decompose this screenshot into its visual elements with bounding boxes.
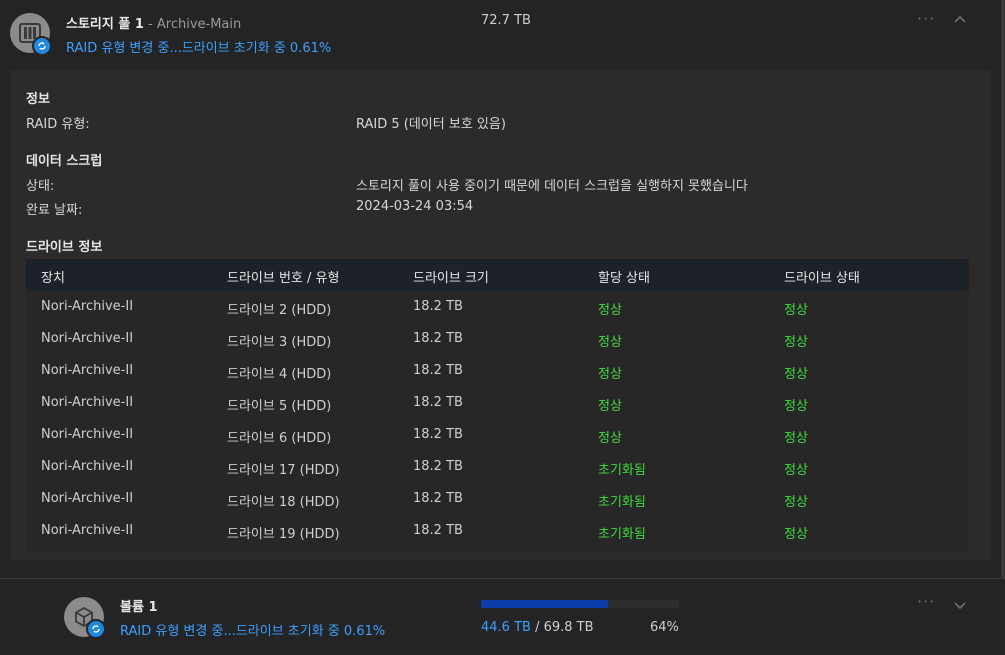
drive-number-cell: 드라이브 19 (HDD): [227, 527, 340, 542]
device-cell: Nori-Archive-II: [41, 395, 134, 410]
drive-number-cell: 드라이브 5 (HDD): [227, 399, 332, 414]
scrub-section-title: 데이터 스크럽: [26, 154, 103, 169]
allocation-status-cell: 정상: [598, 335, 622, 350]
drive-status-cell: 정상: [784, 335, 808, 350]
pool-title: 스토리지 풀 1: [66, 17, 144, 32]
drive-size-cell: 18.2 TB: [413, 299, 463, 314]
drive-size-cell: 18.2 TB: [413, 459, 463, 474]
drive-size-cell: 18.2 TB: [413, 491, 463, 506]
chevron-up-icon[interactable]: [954, 12, 966, 27]
allocation-status-cell: 초기화됨: [598, 495, 646, 510]
drive-number-cell: 드라이브 6 (HDD): [227, 431, 332, 446]
volume-row[interactable]: [0, 579, 1005, 655]
pool-name: Archive-Main: [156, 17, 242, 32]
device-cell: Nori-Archive-II: [41, 299, 134, 314]
scrub-status-value: 스토리지 풀이 사용 중이기 때문에 데이터 스크럽을 실행하지 못했습니다: [356, 179, 748, 194]
pool-title-line: 스토리지 풀 1 - Archive-Main: [66, 13, 241, 32]
device-cell: Nori-Archive-II: [41, 459, 134, 474]
drive-size-cell: 18.2 TB: [413, 363, 463, 378]
drive-number-cell: 드라이브 17 (HDD): [227, 463, 340, 478]
drive-number-cell: 드라이브 18 (HDD): [227, 495, 340, 510]
volume-title: 볼륨 1: [120, 600, 158, 615]
drive-number-cell: 드라이브 3 (HDD): [227, 335, 332, 350]
drives-section-title: 드라이브 정보: [26, 240, 103, 255]
raid-type-value: RAID 5 (데이터 보호 있음): [356, 117, 506, 132]
drive-size-cell: 18.2 TB: [413, 331, 463, 346]
drive-status-cell: 정상: [784, 367, 808, 382]
table-row[interactable]: Nori-Archive-II 드라이브 5 (HDD) 18.2 TB 정상 …: [26, 387, 969, 419]
volume-usage-fill: [481, 600, 608, 608]
scrub-status-label: 상태:: [26, 179, 55, 194]
sync-icon: [86, 619, 106, 639]
chevron-down-icon[interactable]: [954, 599, 966, 614]
table-row[interactable]: Nori-Archive-II 드라이브 2 (HDD) 18.2 TB 정상 …: [26, 291, 969, 323]
column-header-drive-status[interactable]: 드라이브 상태: [784, 267, 860, 286]
table-row[interactable]: Nori-Archive-II 드라이브 4 (HDD) 18.2 TB 정상 …: [26, 355, 969, 387]
scrub-date-value: 2024-03-24 03:54: [356, 199, 474, 214]
scrollbar[interactable]: [1001, 0, 1005, 580]
drive-size-cell: 18.2 TB: [413, 395, 463, 410]
device-cell: Nori-Archive-II: [41, 363, 134, 378]
table-row[interactable]: Nori-Archive-II 드라이브 18 (HDD) 18.2 TB 초기…: [26, 483, 969, 515]
device-cell: Nori-Archive-II: [41, 331, 134, 346]
allocation-status-cell: 초기화됨: [598, 463, 646, 478]
volume-total: 69.8 TB: [543, 620, 594, 635]
table-row[interactable]: Nori-Archive-II 드라이브 17 (HDD) 18.2 TB 초기…: [26, 451, 969, 483]
volume-capacity: 44.6 TB / 69.8 TB: [481, 620, 594, 635]
allocation-status-cell: 정상: [598, 303, 622, 318]
pool-status: RAID 유형 변경 중...드라이브 초기화 중 0.61%: [66, 41, 332, 56]
allocation-status-cell: 정상: [598, 431, 622, 446]
pool-detail-panel: 정보 RAID 유형: RAID 5 (데이터 보호 있음) 데이터 스크럽 상…: [10, 70, 991, 560]
drive-status-cell: 정상: [784, 431, 808, 446]
pool-size: 72.7 TB: [481, 13, 531, 28]
drive-table-header: 장치 드라이브 번호 / 유형 드라이브 크기 할당 상태 드라이브 상태: [26, 259, 969, 291]
device-cell: Nori-Archive-II: [41, 491, 134, 506]
info-section-title: 정보: [26, 92, 50, 107]
storage-pool-header[interactable]: [0, 0, 1005, 70]
column-header-drive-size[interactable]: 드라이브 크기: [413, 267, 489, 286]
drive-status-cell: 정상: [784, 463, 808, 478]
table-row[interactable]: Nori-Archive-II 드라이브 3 (HDD) 18.2 TB 정상 …: [26, 323, 969, 355]
drive-status-cell: 정상: [784, 495, 808, 510]
column-header-allocation-status[interactable]: 할당 상태: [598, 267, 650, 286]
drive-number-cell: 드라이브 2 (HDD): [227, 303, 332, 318]
more-horizontal-icon[interactable]: ···: [917, 9, 935, 28]
volume-usage-percent: 64%: [650, 620, 679, 635]
volume-used: 44.6 TB: [481, 620, 531, 635]
raid-type-label: RAID 유형:: [26, 117, 90, 132]
table-row[interactable]: Nori-Archive-II 드라이브 6 (HDD) 18.2 TB 정상 …: [26, 419, 969, 451]
allocation-status-cell: 초기화됨: [598, 527, 646, 542]
volume-status: RAID 유형 변경 중...드라이브 초기화 중 0.61%: [120, 624, 386, 639]
drive-number-cell: 드라이브 4 (HDD): [227, 367, 332, 382]
allocation-status-cell: 정상: [598, 399, 622, 414]
allocation-status-cell: 정상: [598, 367, 622, 382]
drive-status-cell: 정상: [784, 399, 808, 414]
column-header-device[interactable]: 장치: [41, 267, 65, 286]
table-row[interactable]: Nori-Archive-II 드라이브 19 (HDD) 18.2 TB 초기…: [26, 515, 969, 547]
column-header-drive-number[interactable]: 드라이브 번호 / 유형: [227, 267, 339, 286]
pool-title-separator: -: [143, 17, 157, 32]
sync-icon: [32, 36, 52, 56]
drive-size-cell: 18.2 TB: [413, 427, 463, 442]
device-cell: Nori-Archive-II: [41, 523, 134, 538]
volume-usage-bar: [481, 600, 679, 608]
device-cell: Nori-Archive-II: [41, 427, 134, 442]
scrub-date-label: 완료 날짜:: [26, 203, 83, 218]
more-horizontal-icon[interactable]: ···: [917, 592, 935, 611]
drive-status-cell: 정상: [784, 303, 808, 318]
drive-table: 장치 드라이브 번호 / 유형 드라이브 크기 할당 상태 드라이브 상태 No…: [26, 259, 969, 551]
drive-size-cell: 18.2 TB: [413, 523, 463, 538]
drive-status-cell: 정상: [784, 527, 808, 542]
volume-capacity-separator: /: [530, 620, 544, 635]
